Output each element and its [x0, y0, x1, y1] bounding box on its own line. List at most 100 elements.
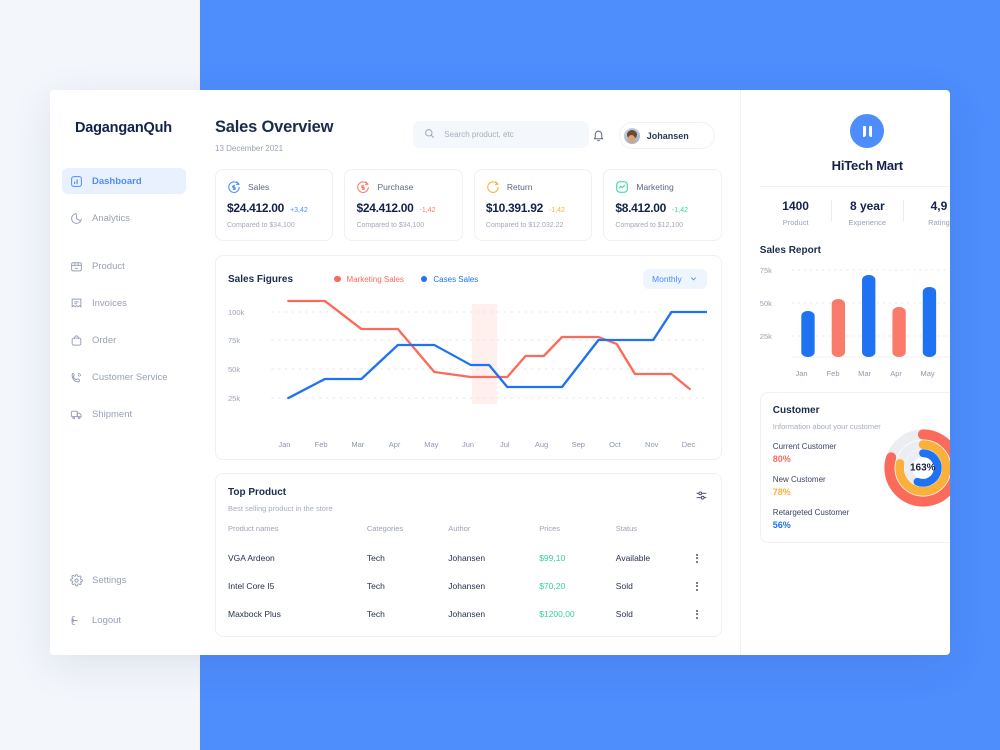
- sidebar-item-label: Logout: [92, 614, 122, 626]
- sidebar-item-shipment[interactable]: Shipment: [62, 401, 186, 427]
- table-row[interactable]: VGA Ardeon Tech Johansen $99,10 Availabl…: [228, 544, 707, 572]
- page-title: Sales Overview: [215, 118, 334, 136]
- stat-card-return[interactable]: Return $10.391.92 -1,42 Compared to $12.…: [473, 169, 593, 241]
- bar-chart-x-axis: Jan Feb Mar Apr May Jun: [786, 369, 950, 378]
- purchase-dollar-icon: [356, 180, 370, 194]
- stat-label: Marketing: [636, 182, 674, 192]
- x-tick: Sep: [571, 440, 585, 449]
- dashboard-icon: [70, 175, 83, 188]
- sales-report-title: Sales Report: [759, 245, 821, 256]
- segment-value: 78%: [772, 487, 791, 497]
- sales-figures-line-chart: 100k 75k 50k 25k: [228, 296, 707, 436]
- sidebar-item-label: Analytics: [92, 212, 131, 224]
- top-product-subtitle: Best selling product in the store: [228, 504, 333, 513]
- stat-delta: -1,42: [672, 207, 689, 214]
- column-header-status: Status: [615, 524, 638, 533]
- stat-comparison: Compared to $34,100: [356, 222, 425, 229]
- notification-bell-icon[interactable]: [589, 126, 609, 146]
- user-menu[interactable]: Johansen: [618, 122, 715, 149]
- legend-item-marketing-sales[interactable]: Marketing Sales: [334, 275, 404, 284]
- sidebar-nav-primary: Dashboard Analytics: [50, 168, 200, 231]
- cell-product-name: Intel Core I5: [228, 581, 275, 591]
- x-tick: Oct: [609, 440, 621, 449]
- sidebar-item-order[interactable]: Order: [62, 327, 186, 353]
- x-tick: Mar: [351, 440, 365, 449]
- donut-center-label: 163%: [910, 462, 936, 473]
- sidebar-item-invoices[interactable]: Invoices: [62, 290, 186, 316]
- sidebar: DaganganQuh Dashboard Analytics Product …: [50, 90, 200, 655]
- stat-label: Sales: [248, 182, 270, 192]
- sidebar-nav-footer: Settings Logout: [50, 567, 200, 633]
- filter-settings-icon[interactable]: [695, 489, 708, 507]
- shop-kpis: 1400 Product 8 year Experience 4,9 Ratin…: [760, 199, 950, 227]
- top-product-title: Top Product: [228, 487, 287, 498]
- x-tick: May: [920, 369, 935, 378]
- cell-price: $99,10: [539, 553, 566, 563]
- x-tick: Dec: [681, 440, 696, 449]
- sidebar-item-dashboard[interactable]: Dashboard: [62, 168, 186, 194]
- column-header-prices: Prices: [539, 524, 561, 533]
- search-input[interactable]: [442, 129, 578, 140]
- sidebar-item-product[interactable]: Product: [62, 253, 186, 279]
- customer-segment-new: New Customer 78%: [773, 475, 884, 497]
- brand-logo-text: DaganganQuh: [75, 120, 172, 136]
- sidebar-item-label: Order: [92, 334, 117, 346]
- order-bag-icon: [70, 334, 83, 347]
- cell-author: Johansen: [448, 609, 486, 619]
- period-dropdown[interactable]: Monthly: [643, 269, 707, 289]
- sales-report-section: Sales Report 75k 50k 25k Jan Feb Mar Apr…: [760, 245, 950, 378]
- stat-card-sales[interactable]: Sales $24.412.00 +3,42 Compared to $34,1…: [215, 169, 334, 241]
- x-tick: Jan: [278, 440, 291, 449]
- x-tick: Jun: [461, 440, 475, 449]
- table-row[interactable]: Maxbock Plus Tech Johansen $1200,00 Sold: [228, 600, 707, 628]
- cell-price: $1200,00: [539, 609, 575, 619]
- legend-dot-icon: [334, 275, 341, 283]
- cell-status: Sold: [615, 581, 633, 591]
- x-tick: Jan: [795, 369, 808, 378]
- x-tick: Apr: [388, 440, 401, 449]
- sidebar-item-logout[interactable]: Logout: [62, 607, 186, 633]
- sidebar-item-label: Invoices: [92, 297, 127, 309]
- segment-label: Retargeted Customer: [772, 508, 850, 517]
- kpi-value: 4,9: [930, 199, 948, 213]
- x-tick: Aug: [534, 440, 549, 449]
- row-menu-icon[interactable]: [688, 553, 707, 563]
- segment-label: Current Customer: [772, 442, 837, 451]
- sidebar-item-label: Shipment: [92, 408, 133, 420]
- customer-donut-chart: 163%: [884, 405, 950, 530]
- stat-card-row: Sales $24.412.00 +3,42 Compared to $34,1…: [200, 153, 740, 241]
- legend-item-cases-sales[interactable]: Cases Sales: [420, 275, 478, 284]
- bar-chart-svg: [791, 269, 950, 358]
- chevron-down-icon: [689, 274, 698, 285]
- search-bar[interactable]: [413, 121, 589, 148]
- row-menu-icon[interactable]: [688, 581, 707, 591]
- x-tick: Feb: [826, 369, 840, 378]
- stat-card-purchase[interactable]: Purchase $24.412.00 -1,42 Compared to $3…: [344, 169, 463, 241]
- kpi-experience: 8 year Experience: [831, 199, 903, 227]
- cell-category: Tech: [366, 553, 385, 563]
- stat-comparison: Compared to $34,100: [227, 222, 295, 229]
- stat-label: Return: [506, 182, 533, 192]
- customer-segment-current: Current Customer 80%: [773, 442, 884, 464]
- top-product-card: Top Product Best selling product in the …: [215, 473, 722, 637]
- stat-delta: -1,42: [419, 207, 436, 214]
- line-chart-svg: [271, 299, 707, 404]
- dashboard-window: DaganganQuh Dashboard Analytics Product …: [50, 90, 950, 655]
- period-dropdown-label: Monthly: [652, 274, 682, 284]
- cell-status: Sold: [615, 609, 633, 619]
- sidebar-item-label: Dashboard: [92, 175, 142, 187]
- sidebar-item-settings[interactable]: Settings: [62, 567, 186, 593]
- sales-figures-card: Sales Figures Marketing Sales Cases Sale…: [215, 255, 722, 460]
- cell-author: Johansen: [448, 553, 486, 563]
- stat-card-marketing[interactable]: Marketing $8.412.00 -1,42 Compared to $1…: [603, 169, 722, 241]
- legend-label: Marketing Sales: [346, 274, 404, 284]
- top-bar: Sales Overview 13 December 2021 Search p…: [200, 90, 740, 153]
- sidebar-item-customer-service[interactable]: Customer Service: [62, 364, 186, 390]
- table-row[interactable]: Intel Core I5 Tech Johansen $70,20 Sold: [228, 572, 707, 600]
- row-menu-icon[interactable]: [688, 609, 707, 619]
- stat-comparison: Compared to $12.032.22: [485, 222, 564, 229]
- divider: [759, 186, 950, 187]
- column-header-product-names: Product names: [228, 524, 279, 533]
- sidebar-item-analytics[interactable]: Analytics: [62, 205, 186, 231]
- cell-category: Tech: [366, 581, 385, 591]
